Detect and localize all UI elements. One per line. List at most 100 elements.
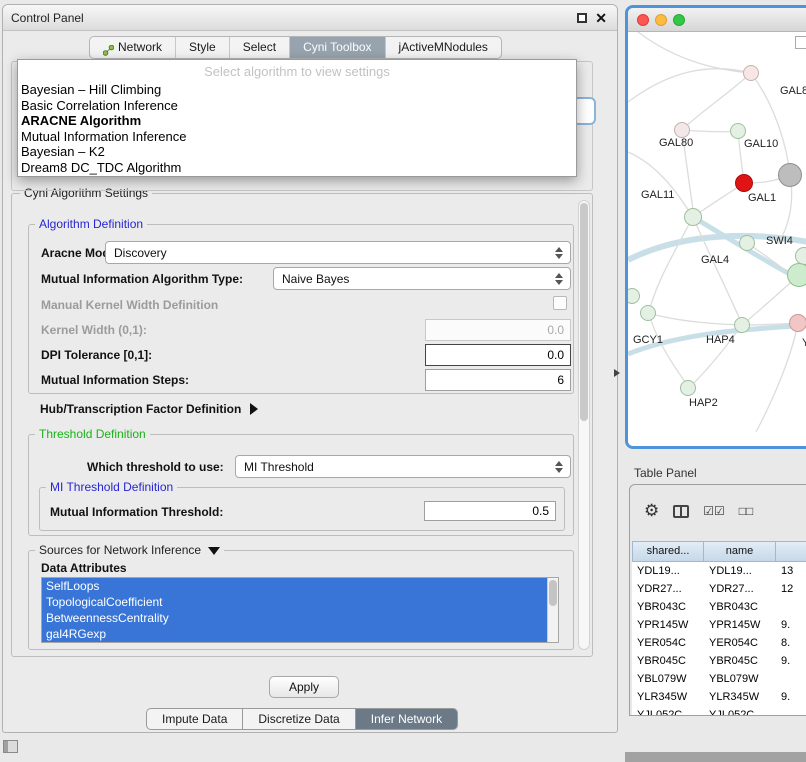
tab-select[interactable]: Select [230,37,290,58]
tab-label: jActiveMNodules [399,37,488,58]
manual-kernel-checkbox[interactable] [553,296,567,310]
node-label-hap4: HAP4 [706,334,735,346]
tab-label: Select [243,37,276,58]
network-node[interactable] [739,235,755,251]
bottom-tab-strip: Impute DataDiscretize DataInfer Network [146,708,458,730]
column-header[interactable]: shared... [632,541,704,562]
table-row[interactable]: YDR27...YDR27...12 [632,580,806,598]
network-canvas[interactable]: GAL8GAL80GAL10GAL11GAL1SWI4GAL4GCY1HAP4H… [628,32,806,446]
bottom-tab-infer-network[interactable]: Infer Network [355,708,458,730]
which-threshold-combo[interactable]: MI Threshold [235,455,571,478]
algorithm-dropdown-popup: Select algorithm to view settings Bayesi… [17,59,577,177]
kernel-width-label: Kernel Width (0,1): [41,323,147,337]
network-node[interactable] [789,314,806,332]
control-panel-titlebar[interactable]: Control Panel ✕ [3,5,617,31]
network-node[interactable] [778,163,802,187]
network-window-titlebar[interactable] [628,8,806,32]
network-node[interactable] [734,317,750,333]
deselect-all-columns-icon[interactable]: □□ [739,502,754,520]
mi-steps-field[interactable]: 6 [425,369,571,391]
table-cell: YBR045C [704,652,776,670]
table-row[interactable]: YBL079WYBL079W [632,670,806,688]
scrollbar-thumb[interactable] [580,203,588,421]
table-cell: 13 [776,562,806,580]
network-node[interactable] [674,122,690,138]
algorithm-option-basic-correlation-inference[interactable]: Basic Correlation Inference [18,98,576,114]
settings-gear-icon[interactable]: ⚙ [644,502,659,520]
minimize-traffic-light-icon[interactable] [655,14,667,26]
algorithm-option-aracne-algorithm[interactable]: ARACNE Algorithm [18,113,576,129]
table-row[interactable]: YBR043CYBR043C [632,598,806,616]
aracne-mode-combo[interactable]: Discovery [105,241,571,264]
scrollbar-thumb[interactable] [549,580,557,606]
attribute-item-gal4rgexp[interactable]: gal4RGexp [42,626,547,642]
table-cell: YPR145W [632,616,704,634]
table-row[interactable]: YER054CYER054C8. [632,634,806,652]
close-traffic-light-icon[interactable] [637,14,649,26]
tab-style[interactable]: Style [176,37,230,58]
algorithm-option-bayesian-hill-climbing[interactable]: Bayesian – Hill Climbing [18,82,576,98]
table-cell: 9. [776,688,806,706]
close-window-icon[interactable]: ✕ [595,9,607,27]
settings-scrollbar[interactable] [578,200,590,650]
canvas-corner-button[interactable] [795,36,806,49]
attributes-scrollbar[interactable] [547,578,558,642]
table-row[interactable]: YLR345WYLR345W9. [632,688,806,706]
dpi-tolerance-field[interactable]: 0.0 [425,344,571,366]
network-node[interactable] [735,174,753,192]
tab-cyni-toolbox[interactable]: Cyni Toolbox [290,37,385,58]
mi-threshold-field[interactable]: 0.5 [424,501,556,521]
table-row[interactable]: YBR045CYBR045C9. [632,652,806,670]
attribute-item-selfloops[interactable]: SelfLoops [42,578,547,594]
combo-arrows-icon [555,461,564,473]
table-cell [776,670,806,688]
bottom-tab-discretize-data[interactable]: Discretize Data [242,708,354,730]
aracne-mode-value: Discovery [114,246,167,260]
node-label-gal10: GAL10 [744,138,778,150]
tab-network[interactable]: Network [90,37,176,58]
expand-arrow-icon[interactable] [250,403,258,415]
table-row[interactable]: YDL19...YDL19...13 [632,562,806,580]
hub-transcription-factor-section[interactable]: Hub/Transcription Factor Definition [40,402,258,416]
table-row[interactable]: YJL052CYJL052C [632,706,806,715]
network-node[interactable] [787,263,806,287]
collapse-arrow-icon[interactable] [208,547,220,555]
column-header[interactable] [776,541,806,562]
node-label-swi4: SWI4 [766,235,793,247]
combo-arrows-icon [555,273,564,285]
column-selector-icon[interactable] [673,505,689,518]
table-panel-title: Table Panel [634,466,697,480]
table-cell: YER054C [704,634,776,652]
data-attributes-list[interactable]: SelfLoopsTopologicalCoefficientBetweenne… [41,577,559,643]
table-row[interactable]: YPR145WYPR145W9. [632,616,806,634]
tab-label: Network [118,37,162,58]
node-label-gcy1: GCY1 [633,334,663,346]
attribute-item-topologicalcoefficient[interactable]: TopologicalCoefficient [42,594,547,610]
network-node[interactable] [640,305,656,321]
status-strip [625,752,806,762]
table-cell: YPR145W [704,616,776,634]
network-node[interactable] [680,380,696,396]
network-node[interactable] [743,65,759,81]
float-window-icon[interactable] [577,13,587,23]
apply-button[interactable]: Apply [269,676,339,698]
bottom-tab-impute-data[interactable]: Impute Data [146,708,242,730]
table-cell: YDL19... [632,562,704,580]
algorithm-popup-placeholder: Select algorithm to view settings [18,62,576,82]
algorithm-option-mutual-information-inference[interactable]: Mutual Information Inference [18,129,576,145]
minimized-panel-icon[interactable] [3,740,18,753]
column-header[interactable]: name [704,541,776,562]
algorithm-option-bayesian-k2[interactable]: Bayesian – K2 [18,144,576,160]
attribute-item-betweennesscentrality[interactable]: BetweennessCentrality [42,610,547,626]
select-all-columns-icon[interactable]: ☑☑ [703,502,725,520]
kernel-width-field[interactable]: 0.0 [425,319,571,341]
mi-type-combo[interactable]: Naive Bayes [273,267,571,290]
algorithm-option-dream8-dc-tdc-algorithm[interactable]: Dream8 DC_TDC Algorithm [18,160,576,176]
tab-jactivemnodules[interactable]: jActiveMNodules [386,37,501,58]
network-node[interactable] [730,123,746,139]
tab-label: Cyni Toolbox [303,37,371,58]
zoom-traffic-light-icon[interactable] [673,14,685,26]
network-node[interactable] [684,208,702,226]
splitter-handle[interactable] [614,369,620,377]
sources-section-header[interactable]: Sources for Network Inference [35,543,224,558]
